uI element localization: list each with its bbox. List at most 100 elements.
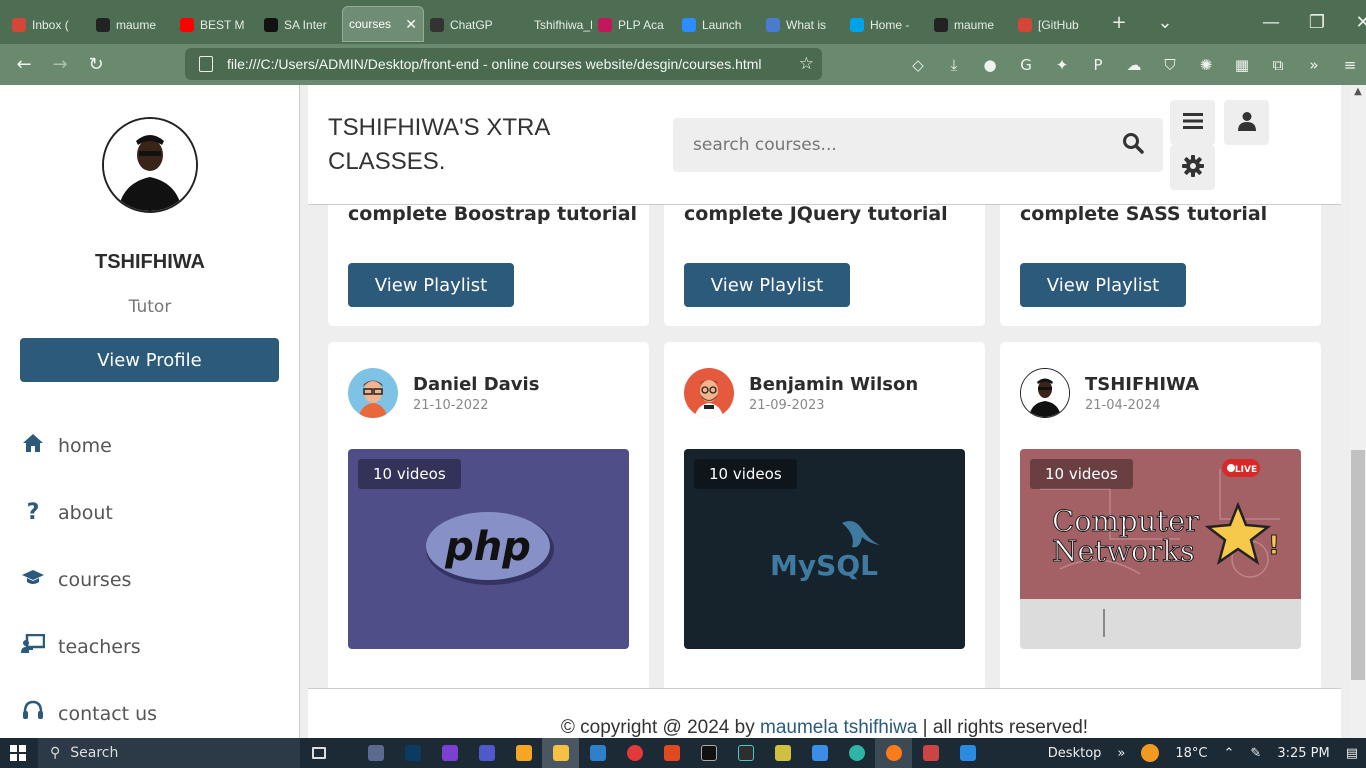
vscode-icon[interactable] <box>949 738 986 768</box>
chatgpt-icon[interactable]: ✺ <box>1188 56 1224 74</box>
browser-tab[interactable]: BEST M <box>174 8 258 42</box>
sidebar-item-about[interactable]: ? about <box>0 479 300 546</box>
office-icon[interactable] <box>653 738 690 768</box>
task-view-icon[interactable] <box>300 738 337 768</box>
browser-tab[interactable]: What is <box>760 8 844 42</box>
sidebar-item-label: teachers <box>58 635 141 658</box>
sidebar-item-teachers[interactable]: teachers <box>0 613 300 680</box>
browser-tab[interactable]: maume <box>90 8 174 42</box>
browser-tab-active[interactable]: courses ✕ <box>342 6 424 42</box>
tab-favicon-icon <box>514 18 528 32</box>
color-picker-icon[interactable]: ▦ <box>1224 56 1260 74</box>
toolbar-chevron-icon[interactable]: » <box>1117 746 1125 761</box>
browser-tab[interactable]: PLP Aca <box>592 8 676 42</box>
menu-icon[interactable]: ≡ <box>1332 56 1366 74</box>
weather-icon[interactable] <box>1141 744 1160 762</box>
notifications-icon[interactable]: ▤ <box>1346 746 1358 761</box>
new-tab-button[interactable]: + <box>1096 12 1142 33</box>
thumb-mysql-text: MySQL <box>770 549 878 582</box>
user-button[interactable] <box>1224 100 1269 145</box>
tray-chevron-icon[interactable]: ⌃ <box>1224 746 1235 761</box>
view-playlist-button[interactable]: View Playlist <box>1020 263 1186 307</box>
windows-start-icon[interactable] <box>10 745 26 765</box>
minimize-button[interactable]: — <box>1248 12 1294 33</box>
mail-icon[interactable] <box>801 738 838 768</box>
edge-icon[interactable] <box>838 738 875 768</box>
temperature[interactable]: 18°C <box>1175 746 1207 761</box>
tab-close-icon[interactable]: ✕ <box>405 16 417 33</box>
scrollbar-thumb[interactable] <box>1351 450 1365 680</box>
photos-icon[interactable] <box>579 738 616 768</box>
course-thumbnail[interactable]: MySQL 10 videos <box>684 449 965 649</box>
view-playlist-button[interactable]: View Playlist <box>684 263 850 307</box>
pocket-icon[interactable]: ◇ <box>900 56 936 74</box>
browser-nav-bar: ← → ↻ file:///C:/Users/ADMIN/Desktop/fro… <box>0 44 1366 85</box>
app-icon[interactable] <box>912 738 949 768</box>
course-thumbnail[interactable]: LIVE Computer Networks ! 10 videos <box>1020 449 1301 649</box>
close-window-button[interactable]: ✕ <box>1340 12 1366 33</box>
browser-tab[interactable]: [GitHub <box>1012 8 1096 42</box>
browser-tab[interactable]: Tshifhiwa_M <box>508 8 592 42</box>
course-thumbnail[interactable]: php 10 videos <box>348 449 629 649</box>
search-input[interactable] <box>673 135 1103 155</box>
pen-icon[interactable]: ✎ <box>1250 746 1261 761</box>
extensions-icon[interactable]: ⧉ <box>1260 56 1296 74</box>
browser-tab[interactable]: maume <box>928 8 1012 42</box>
sidebar-item-home[interactable]: home <box>0 412 300 479</box>
teams-icon[interactable] <box>468 738 505 768</box>
file-explorer-icon[interactable] <box>542 738 579 768</box>
page-scrollbar[interactable]: ▲ <box>1350 85 1366 738</box>
sidebar-item-courses[interactable]: courses <box>0 546 300 613</box>
extension-puzzle-icon[interactable]: ✦ <box>1044 56 1080 74</box>
search-icon[interactable] <box>1103 132 1163 158</box>
more-tools-chevron-icon[interactable]: » <box>1296 56 1332 74</box>
site-logo[interactable]: TSHIFHIWA'S XTRA CLASSES. <box>328 111 628 179</box>
course-card: TSHIFHIWA 21-04-2024 LIVE Computer Netwo… <box>1000 342 1321 692</box>
terminal-icon[interactable] <box>727 738 764 768</box>
reload-icon[interactable]: ↻ <box>78 54 114 75</box>
browser-tab[interactable]: Launch <box>676 8 760 42</box>
course-date: 21-09-2023 <box>749 397 825 413</box>
grammarly-icon[interactable]: G <box>1008 56 1044 74</box>
restore-button[interactable]: ❐ <box>1294 12 1340 33</box>
back-arrow-icon[interactable]: ← <box>6 54 42 75</box>
tab-label: SA Inter <box>284 18 327 32</box>
tab-label: BEST M <box>200 18 245 32</box>
account-icon[interactable]: ● <box>972 56 1008 74</box>
pinterest-icon[interactable]: P <box>1080 56 1116 74</box>
address-bar[interactable]: file:///C:/Users/ADMIN/Desktop/front-end… <box>185 48 822 80</box>
app-icon[interactable] <box>764 738 801 768</box>
app-icon[interactable] <box>616 738 653 768</box>
store-icon[interactable] <box>505 738 542 768</box>
course-title: complete SASS tutorial <box>1020 203 1268 225</box>
shield-icon[interactable]: ⛉ <box>1152 56 1188 74</box>
taskbar-search[interactable]: ⚲ Search <box>38 738 300 768</box>
tab-favicon-icon <box>934 18 948 32</box>
cloud-icon[interactable]: ☁ <box>1116 56 1152 74</box>
footer-author-link[interactable]: maumela tshifhiwa <box>760 717 917 738</box>
sidebar-item-contact-us[interactable]: contact us <box>0 680 300 738</box>
browser-tab[interactable]: Inbox ( <box>6 8 90 42</box>
forward-arrow-icon[interactable]: → <box>42 54 78 75</box>
app-icon[interactable] <box>394 738 431 768</box>
clock[interactable]: 3:25 PM <box>1277 746 1329 761</box>
browser-tab[interactable]: Home - <box>844 8 928 42</box>
menu-toggle-button[interactable] <box>1170 100 1215 145</box>
firefox-icon[interactable] <box>875 738 912 768</box>
app-icon[interactable] <box>431 738 468 768</box>
browser-tab[interactable]: ChatGP <box>424 8 508 42</box>
address-url[interactable]: file:///C:/Users/ADMIN/Desktop/front-end… <box>227 56 762 72</box>
browser-tab[interactable]: SA Inter <box>258 8 342 42</box>
view-profile-button[interactable]: View Profile <box>20 338 279 382</box>
home-icon <box>20 433 46 458</box>
tab-list-chevron-icon[interactable]: ⌄ <box>1142 12 1188 33</box>
bookmark-star-icon[interactable]: ☆ <box>799 54 814 74</box>
app-icon[interactable] <box>357 738 394 768</box>
app-icon[interactable] <box>690 738 727 768</box>
download-icon[interactable]: ⤓ <box>936 56 972 74</box>
scroll-up-icon[interactable]: ▲ <box>1350 85 1366 99</box>
view-playlist-button[interactable]: View Playlist <box>348 263 514 307</box>
theme-toggle-button[interactable] <box>1170 145 1215 190</box>
desktop-toolbar-label[interactable]: Desktop <box>1048 746 1102 761</box>
tutor-avatar <box>348 368 398 418</box>
